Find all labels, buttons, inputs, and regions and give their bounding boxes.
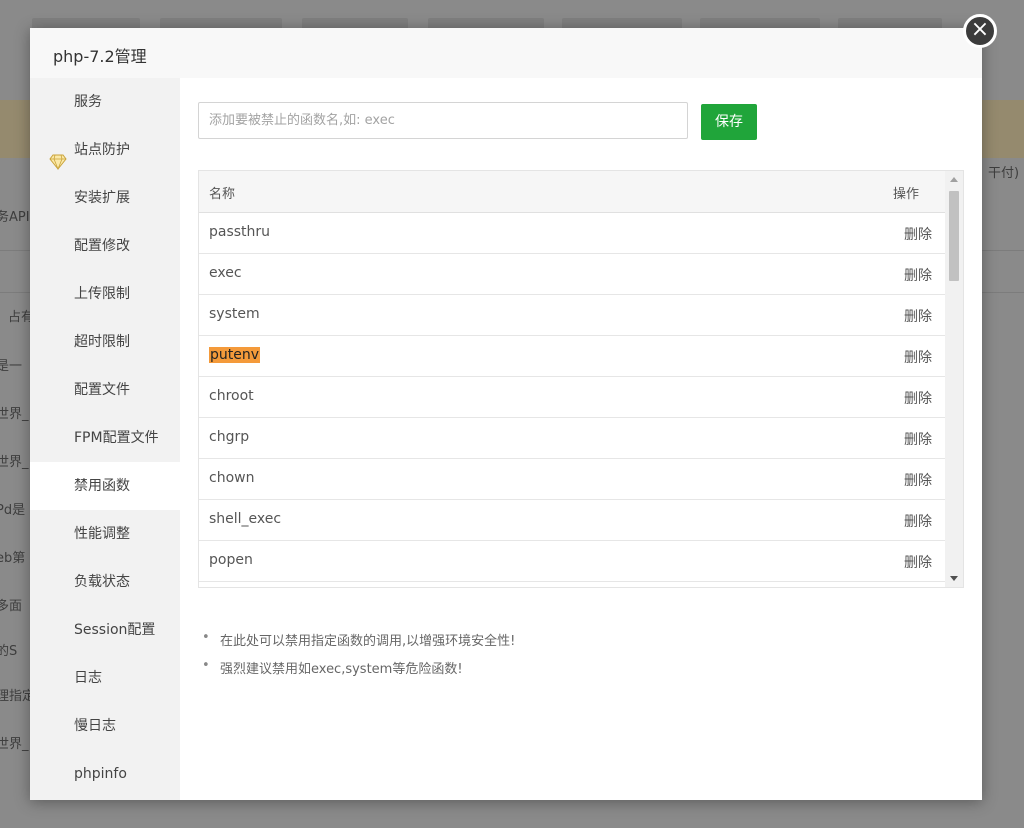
table-header: 名称 操作 <box>199 171 945 213</box>
sidebar-item-label: 安装扩展 <box>74 190 130 206</box>
delete-link[interactable]: 删除 <box>904 511 932 531</box>
sidebar-item-config-modify[interactable]: 配置修改 <box>30 222 180 270</box>
function-name: system <box>209 306 260 322</box>
table-row: chgrp 删除 <box>199 418 945 459</box>
scroll-thumb[interactable] <box>949 191 959 281</box>
tip-text: 在此处可以禁用指定函数的调用,以增强环境安全性! <box>220 634 516 649</box>
sidebar-item-log[interactable]: 日志 <box>30 654 180 702</box>
tip-item: • 强烈建议禁用如exec,system等危险函数! <box>202 658 463 677</box>
column-header-action: 操作 <box>893 187 920 202</box>
bg-text-fragment: 务API <box>0 210 30 225</box>
save-button[interactable]: 保存 <box>701 104 757 140</box>
table-row: putenv 删除 <box>199 336 945 377</box>
function-name-input[interactable] <box>198 102 688 139</box>
sidebar-item-upload-limit[interactable]: 上传限制 <box>30 270 180 318</box>
sidebar-item-label: 性能调整 <box>74 526 130 542</box>
bg-text-fragment: 世界_ <box>0 737 29 752</box>
sidebar-item-session-config[interactable]: Session配置 <box>30 606 180 654</box>
sidebar-item-label: 超时限制 <box>74 334 130 350</box>
sidebar-item-label: 日志 <box>74 670 102 686</box>
delete-link[interactable]: 删除 <box>904 388 932 408</box>
bg-text-fragment: 多面 <box>0 599 23 614</box>
sidebar-item-config-file[interactable]: 配置文件 <box>30 366 180 414</box>
sidebar-item-label: 配置文件 <box>74 382 130 398</box>
bullet-icon: • <box>202 658 210 673</box>
sidebar-item-label: 禁用函数 <box>74 478 130 494</box>
table-row: chroot 删除 <box>199 377 945 418</box>
table-scrollbar[interactable] <box>945 171 963 587</box>
bg-text-fragment: 干付) <box>988 166 1020 181</box>
bg-text-fragment: eb第 <box>0 551 26 566</box>
sidebar-item-performance-tuning[interactable]: 性能调整 <box>30 510 180 558</box>
disabled-functions-table: 名称 操作 passthru 删除 exec 删除 system 删除 pute… <box>198 170 964 588</box>
sidebar-item-label: Session配置 <box>74 622 156 638</box>
function-name: passthru <box>209 224 271 240</box>
function-name-highlighted: putenv <box>209 347 261 363</box>
sidebar-item-timeout-limit[interactable]: 超时限制 <box>30 318 180 366</box>
sidebar-item-install-extensions[interactable]: 安装扩展 <box>30 174 180 222</box>
sidebar-item-load-status[interactable]: 负载状态 <box>30 558 180 606</box>
sidebar-item-label: phpinfo <box>74 766 127 782</box>
column-header-name: 名称 <box>209 187 236 202</box>
tip-item: • 在此处可以禁用指定函数的调用,以增强环境安全性! <box>202 630 516 649</box>
delete-link[interactable]: 删除 <box>904 224 932 244</box>
scroll-up-arrow-icon[interactable] <box>950 177 958 182</box>
sidebar-item-label: FPM配置文件 <box>74 430 159 446</box>
delete-link[interactable]: 删除 <box>904 470 932 490</box>
dialog-header: php-7.2管理 <box>30 28 982 78</box>
sidebar-item-service[interactable]: 服务 <box>30 78 180 126</box>
sidebar-item-phpinfo[interactable]: phpinfo <box>30 750 180 798</box>
table-row: chown 删除 <box>199 459 945 500</box>
gem-icon <box>49 142 67 171</box>
delete-link[interactable]: 删除 <box>904 347 932 367</box>
dialog-title: php-7.2管理 <box>53 47 147 66</box>
sidebar-item-slow-log[interactable]: 慢日志 <box>30 702 180 750</box>
function-name: chgrp <box>209 429 250 445</box>
bg-text-fragment: 世界_ <box>0 407 29 422</box>
table-row: system 删除 <box>199 295 945 336</box>
table-row: exec 删除 <box>199 254 945 295</box>
sidebar-item-label: 服务 <box>74 94 102 110</box>
settings-sidebar: 服务 站点防护 安装扩展 配置修改 上传限制 超时限制 配置文件 FPM配置文件… <box>30 78 180 800</box>
function-name: shell_exec <box>209 511 282 527</box>
table-row: popen 删除 <box>199 541 945 582</box>
table-row: passthru 删除 <box>199 213 945 254</box>
tip-text: 强烈建议禁用如exec,system等危险函数! <box>220 662 463 677</box>
table-row: shell_exec 删除 <box>199 500 945 541</box>
sidebar-item-label: 配置修改 <box>74 238 130 254</box>
delete-link[interactable]: 删除 <box>904 429 932 449</box>
bg-text-fragment: Pd是 <box>0 503 26 518</box>
scroll-down-arrow-icon[interactable] <box>950 576 958 581</box>
sidebar-item-label: 站点防护 <box>74 142 130 158</box>
delete-link[interactable]: 删除 <box>904 552 932 572</box>
bg-text-fragment: 的S <box>0 644 18 659</box>
php-manager-dialog: php-7.2管理 服务 站点防护 安装扩展 配置修改 上传限制 超时限制 配置… <box>30 28 982 800</box>
function-name: popen <box>209 552 253 568</box>
sidebar-item-fpm-config-file[interactable]: FPM配置文件 <box>30 414 180 462</box>
bg-text-fragment: 世界_ <box>0 455 29 470</box>
bullet-icon: • <box>202 630 210 645</box>
function-name: chroot <box>209 388 254 404</box>
sidebar-item-label: 慢日志 <box>74 718 116 734</box>
function-name: chown <box>209 470 255 486</box>
disabled-functions-panel: 保存 名称 操作 passthru 删除 exec 删除 system 删除 p… <box>180 78 982 800</box>
function-name: exec <box>209 265 242 281</box>
sidebar-item-site-protection[interactable]: 站点防护 <box>30 126 180 174</box>
delete-link[interactable]: 删除 <box>904 265 932 285</box>
sidebar-item-label: 负载状态 <box>74 574 130 590</box>
delete-link[interactable]: 删除 <box>904 306 932 326</box>
sidebar-item-disabled-functions[interactable]: 禁用函数 <box>30 462 180 510</box>
bg-text-fragment: 是一 <box>0 359 23 374</box>
close-icon[interactable]: × <box>963 14 997 48</box>
sidebar-item-label: 上传限制 <box>74 286 130 302</box>
